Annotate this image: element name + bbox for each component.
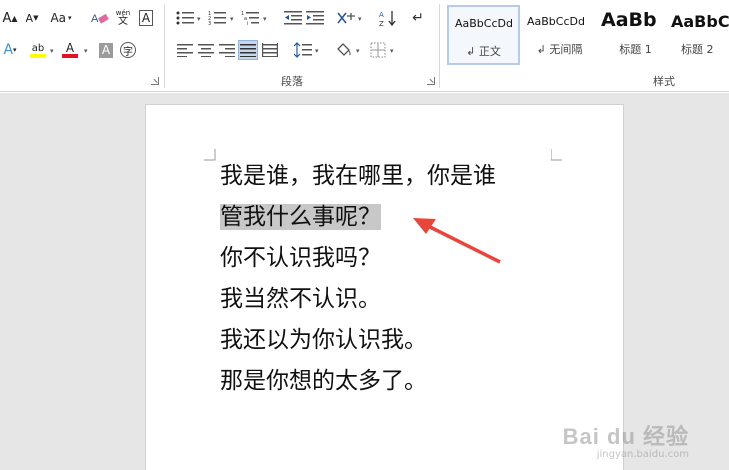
annotation-arrow bbox=[427, 224, 501, 264]
watermark-brand: Bai du 经验 bbox=[562, 424, 689, 449]
annotation-layer bbox=[413, 218, 501, 264]
watermark: Bai du 经验 jingyan.baidu.com bbox=[563, 419, 689, 460]
annotation-arrow-head bbox=[413, 218, 436, 234]
